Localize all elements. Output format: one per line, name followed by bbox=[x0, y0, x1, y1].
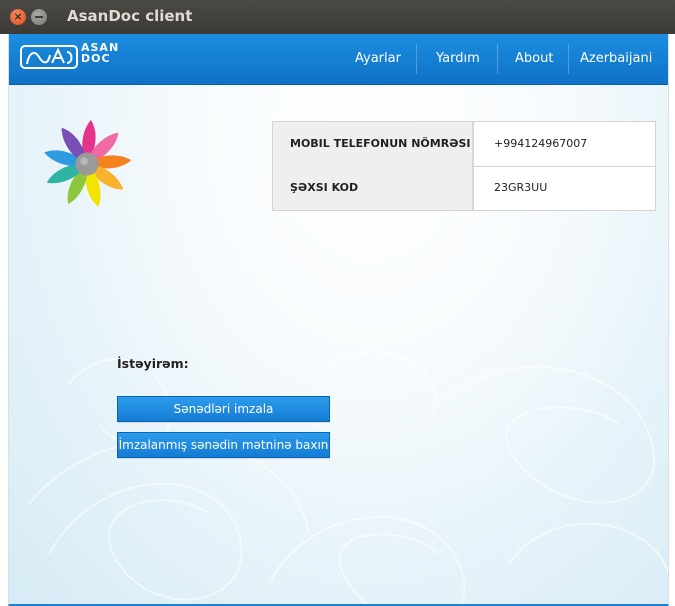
info-row-personal-code: ŞƏXSI KOD 23GR3UU bbox=[273, 166, 655, 210]
logo-text-line2: DOC bbox=[81, 52, 111, 65]
actions-prompt: İstəyirəm: bbox=[117, 356, 189, 371]
nav-divider bbox=[497, 44, 498, 74]
asan-flower-logo-icon bbox=[44, 119, 132, 207]
user-info-table: MOBIL TELEFONUN NÖMRƏSI +994124967007 ŞƏ… bbox=[272, 121, 656, 211]
nav-item-settings[interactable]: Ayarlar bbox=[355, 34, 401, 84]
view-signed-document-button[interactable]: İmzalanmış sənədin mətninə baxın bbox=[117, 432, 330, 458]
logo-text: ASAN DOC bbox=[81, 42, 119, 64]
phone-label: MOBIL TELEFONUN NÖMRƏSI bbox=[273, 122, 474, 166]
nav-item-help[interactable]: Yardım bbox=[436, 34, 480, 84]
info-row-phone: MOBIL TELEFONUN NÖMRƏSI +994124967007 bbox=[273, 122, 655, 167]
minimize-icon bbox=[35, 16, 43, 18]
nav-divider bbox=[568, 44, 569, 74]
app-window: ASAN DOC Ayarlar Yardım About Azerbaijan… bbox=[8, 34, 669, 606]
sign-documents-button[interactable]: Sənədləri imzala bbox=[117, 396, 330, 422]
language-dropdown[interactable]: Azerbaijani⌄ bbox=[580, 34, 668, 115]
close-icon: × bbox=[13, 10, 23, 23]
window-title: AsanDoc client bbox=[67, 7, 193, 25]
personal-code-value: 23GR3UU bbox=[494, 181, 548, 194]
top-navbar: ASAN DOC Ayarlar Yardım About Azerbaijan… bbox=[9, 34, 668, 115]
nav-item-about[interactable]: About bbox=[515, 34, 553, 84]
phone-value: +994124967007 bbox=[494, 137, 588, 150]
window-close-button[interactable]: × bbox=[10, 9, 26, 25]
personal-code-label: ŞƏXSI KOD bbox=[273, 166, 474, 210]
window-titlebar: × AsanDoc client bbox=[0, 0, 675, 34]
nav-divider bbox=[416, 44, 417, 74]
language-label: Azerbaijani bbox=[580, 51, 653, 66]
window-minimize-button[interactable] bbox=[31, 9, 47, 25]
